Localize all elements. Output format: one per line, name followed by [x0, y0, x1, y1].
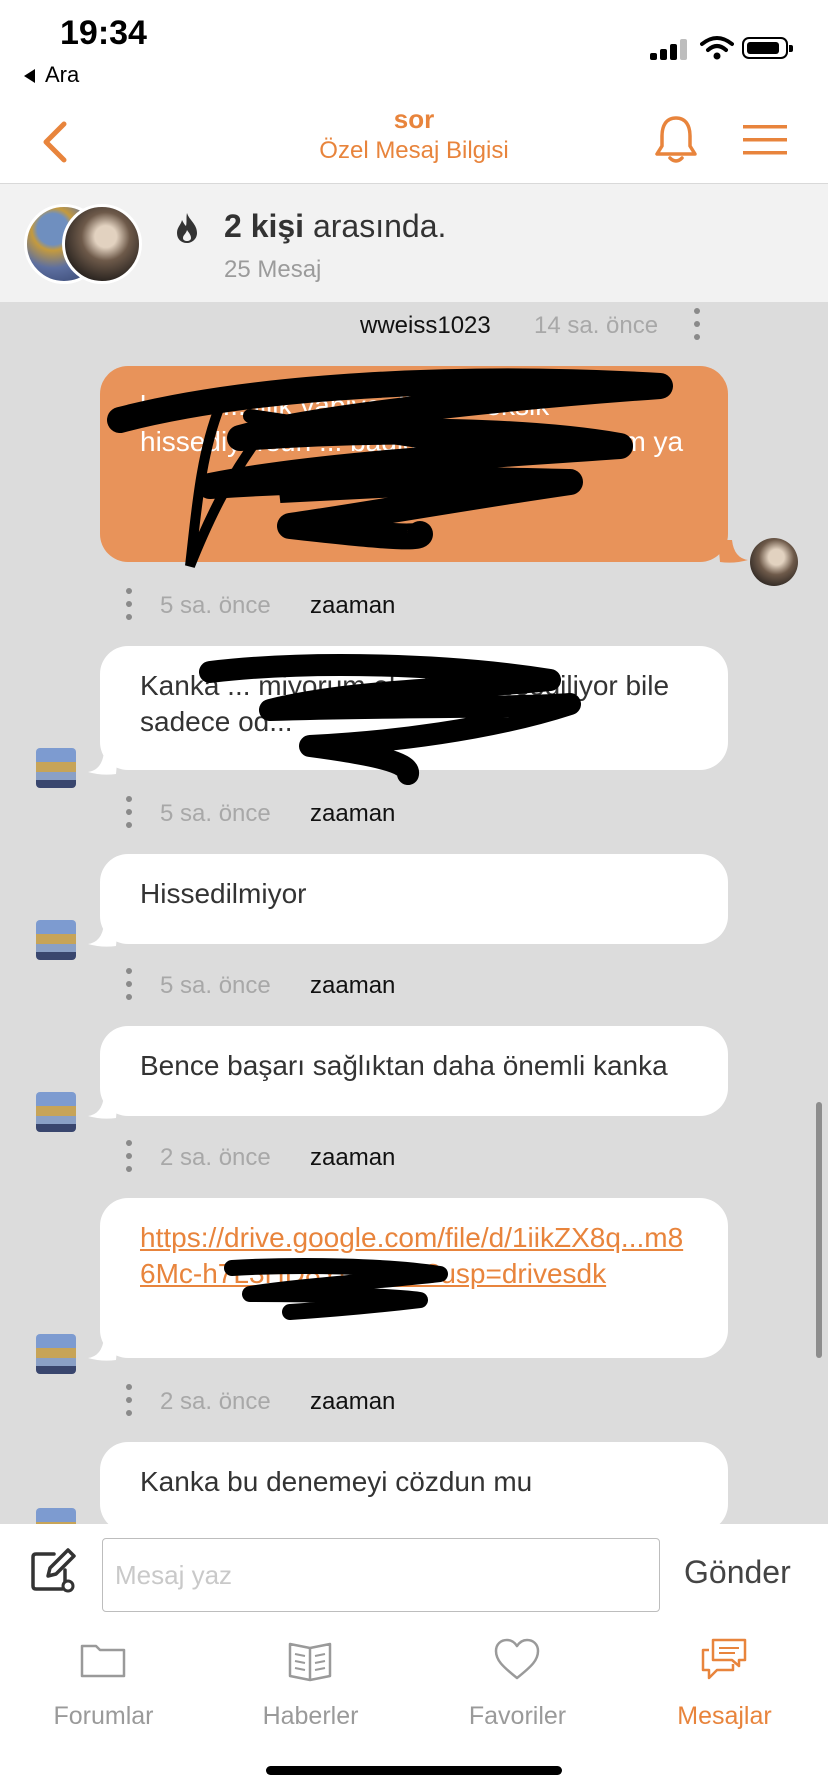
bell-icon[interactable]	[654, 114, 698, 164]
message-list[interactable]: wweiss1023 14 sa. önce kanka ... lilik y…	[0, 302, 828, 1524]
message-time: 14 sa. önce	[534, 312, 659, 339]
back-triangle-icon	[24, 69, 35, 84]
tab-label: Haberler	[262, 1702, 359, 1730]
message-bubble: Hissedilmiyor	[100, 854, 728, 944]
back-to-app-link[interactable]: Ara	[24, 62, 79, 88]
scrollbar[interactable]	[816, 1102, 822, 1358]
message-author[interactable]: zaaman	[310, 592, 395, 620]
sender-avatar[interactable]	[36, 748, 76, 788]
message-text: Bence başarı sağlıktan daha önemli kanka	[140, 1050, 668, 1081]
messages-icon	[701, 1638, 747, 1680]
wifi-icon	[700, 36, 734, 60]
message-bubble: Bence başarı sağlıktan daha önemli kanka	[100, 1026, 728, 1116]
bubble-tail	[88, 752, 118, 775]
message-author[interactable]: zaaman	[310, 1388, 395, 1416]
tab-label: Forumlar	[53, 1702, 154, 1730]
bubble-tail	[88, 924, 118, 947]
sender-avatar[interactable]	[36, 1508, 76, 1524]
message-text: kanka ... lilik yapiyo diyol ... eksik h…	[140, 390, 684, 457]
own-avatar[interactable]	[750, 538, 798, 586]
participant-count: 2 kişi	[224, 208, 305, 244]
participants-suffix: arasında.	[304, 208, 447, 244]
compose-settings-icon[interactable]	[28, 1546, 76, 1594]
message-options-icon[interactable]	[126, 1384, 132, 1416]
message-time: 5 sa. önce	[160, 800, 271, 827]
message-author[interactable]: wweiss1023	[360, 312, 491, 340]
menu-icon[interactable]	[742, 122, 788, 158]
participant-avatar[interactable]	[62, 204, 142, 284]
send-button[interactable]: Gönder	[684, 1554, 791, 1591]
app-header: sor Özel Mesaj Bilgisi	[0, 100, 828, 184]
message-bubble: Kanka bu denemeyi cözdun mu	[100, 1442, 728, 1524]
compose-bar: Gönder	[0, 1524, 828, 1622]
page-subtitle: Özel Mesaj Bilgisi	[319, 137, 509, 164]
status-bar: 19:34 Ara	[0, 0, 828, 100]
sender-avatar[interactable]	[36, 1334, 76, 1374]
message-time: 2 sa. önce	[160, 1388, 271, 1415]
tab-haberler[interactable]: Haberler	[207, 1622, 414, 1742]
cellular-signal-icon	[650, 38, 692, 60]
bubble-tail	[88, 1338, 118, 1361]
message-bubble: https://drive.google.com/file/d/1iikZX8q…	[100, 1198, 728, 1358]
tab-favoriler[interactable]: Favoriler	[414, 1622, 621, 1742]
message-text: Kanka bu denemeyi cözdun mu	[140, 1466, 533, 1497]
bubble-tail	[88, 1096, 118, 1119]
message-bubble: Kanka ... miyorum eksikliği hissediliyor…	[100, 646, 728, 770]
back-app-label: Ara	[45, 62, 80, 87]
message-author[interactable]: zaaman	[310, 972, 395, 1000]
battery-icon	[742, 37, 793, 59]
sender-avatar[interactable]	[36, 1092, 76, 1132]
message-input[interactable]	[102, 1538, 660, 1612]
home-indicator[interactable]	[266, 1766, 562, 1775]
tab-forumlar[interactable]: Forumlar	[0, 1622, 207, 1742]
message-time: 5 sa. önce	[160, 592, 271, 619]
tab-label: Favoriler	[468, 1702, 567, 1730]
tab-mesajlar[interactable]: Mesajlar	[621, 1622, 828, 1742]
message-options-icon[interactable]	[694, 308, 700, 340]
fire-icon	[177, 213, 197, 243]
tab-label: Mesajlar	[677, 1702, 772, 1730]
page-title: sor	[393, 104, 435, 134]
message-text: Hissedilmiyor	[140, 878, 307, 909]
message-author[interactable]: zaaman	[310, 800, 395, 828]
newspaper-icon	[288, 1642, 332, 1682]
folder-icon	[80, 1644, 126, 1678]
message-link[interactable]: https://drive.google.com/file/d/1iikZX8q…	[140, 1222, 683, 1289]
message-options-icon[interactable]	[126, 968, 132, 1000]
message-options-icon[interactable]	[126, 796, 132, 828]
message-options-icon[interactable]	[126, 588, 132, 620]
message-text: Kanka ... miyorum eksikliği hissediliyor…	[140, 670, 670, 737]
message-time: 2 sa. önce	[160, 1144, 271, 1171]
sender-avatar[interactable]	[36, 920, 76, 960]
heart-icon	[494, 1638, 540, 1680]
message-options-icon[interactable]	[126, 1140, 132, 1172]
message-author[interactable]: zaaman	[310, 1144, 395, 1172]
participants-text: 2 kişi arasında.	[224, 208, 446, 245]
bubble-tail	[718, 540, 748, 563]
message-time: 5 sa. önce	[160, 972, 271, 999]
message-count: 25 Mesaj	[224, 256, 322, 283]
message-bubble-own: kanka ... lilik yapiyo diyol ... eksik h…	[100, 366, 728, 562]
status-time: 19:34	[60, 14, 147, 52]
